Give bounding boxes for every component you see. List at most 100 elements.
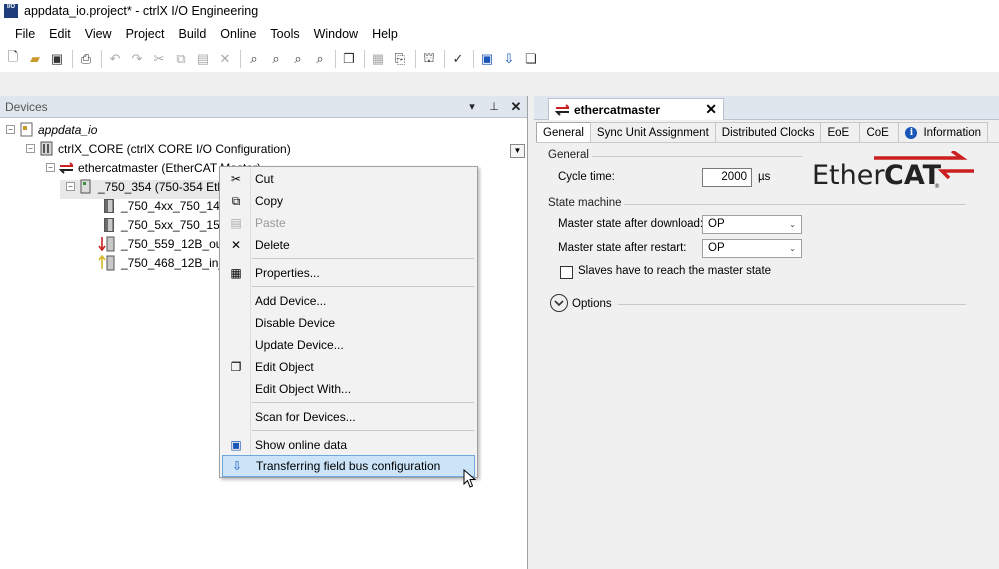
save-icon[interactable]: ▣ xyxy=(47,49,67,69)
tab-information[interactable]: i Information xyxy=(898,122,988,142)
menu-file[interactable]: File xyxy=(8,22,42,46)
after-download-select[interactable]: OP ⌄ xyxy=(702,215,802,234)
tree-item-ctrlx-core[interactable]: − ctrlX_CORE (ctrlX CORE I/O Configurati… xyxy=(26,139,291,158)
collapse-icon[interactable]: − xyxy=(6,125,15,134)
menu-item-label: Disable Device xyxy=(255,316,336,330)
redo-icon[interactable]: ↷ xyxy=(127,49,147,69)
collapse-icon[interactable]: − xyxy=(66,182,75,191)
menu-item-cut[interactable]: ✂ Cut xyxy=(222,168,475,190)
devices-pane-title: Devices xyxy=(5,99,48,114)
menu-separator xyxy=(252,286,474,287)
slaves-master-state-checkbox[interactable] xyxy=(560,266,573,279)
copy-icon[interactable]: ⧉ xyxy=(171,49,191,69)
toolbar-separator xyxy=(101,50,102,68)
menu-item-show-online-data[interactable]: ▣ Show online data xyxy=(222,434,475,456)
tab-coe[interactable]: CoE xyxy=(859,122,900,142)
menu-edit[interactable]: Edit xyxy=(42,22,78,46)
options-line xyxy=(618,304,966,305)
menu-help[interactable]: Help xyxy=(365,22,405,46)
menu-item-disable-device[interactable]: Disable Device xyxy=(222,312,475,334)
cycle-time-input[interactable]: 2000 xyxy=(702,168,752,187)
menu-item-paste[interactable]: ▤ Paste xyxy=(222,212,475,234)
pane-menu-icon[interactable]: ▾ xyxy=(461,100,483,113)
svg-text:®: ® xyxy=(934,183,940,190)
options-label[interactable]: Options xyxy=(572,298,612,310)
toolbar-separator xyxy=(473,50,474,68)
tree-item-750-354[interactable]: − _750_354 (750-354 Ethe xyxy=(66,177,231,196)
menu-item-transfer-fieldbus-config[interactable]: ⇩ Transferring field bus configuration xyxy=(222,455,475,477)
tree-item-750-5xx[interactable]: _750_5xx_750_15x xyxy=(102,215,226,234)
menu-item-label: Scan for Devices... xyxy=(255,410,356,424)
output-module-icon xyxy=(98,236,116,252)
build-icon[interactable]: ⛫ xyxy=(419,49,439,69)
cut-icon[interactable]: ✂ xyxy=(149,49,169,69)
group-state-machine-line xyxy=(624,204,966,205)
online-data-icon[interactable]: ▣ xyxy=(477,49,497,69)
menu-item-scan-for-devices[interactable]: Scan for Devices... xyxy=(222,406,475,428)
online-data-icon: ▣ xyxy=(230,438,242,452)
group-general-label: General xyxy=(548,149,589,161)
tree-item-750-4xx[interactable]: _750_4xx_750_14x xyxy=(102,196,226,215)
menu-item-edit-object[interactable]: ❐ Edit Object xyxy=(222,356,475,378)
mouse-cursor-icon xyxy=(463,469,477,488)
find-previous-icon[interactable]: ⌕ xyxy=(288,49,308,69)
menu-build[interactable]: Build xyxy=(171,22,213,46)
tree-dropdown-button[interactable]: ▼ xyxy=(510,144,525,158)
check-icon[interactable]: ✓ xyxy=(448,49,468,69)
options-expand-icon[interactable] xyxy=(550,294,568,312)
tree-item-project[interactable]: − appdata_io xyxy=(6,120,97,139)
open-folder-icon[interactable]: ▰ xyxy=(25,49,45,69)
tree-item-750-559[interactable]: _750_559_12B_out xyxy=(98,234,226,253)
paste-icon[interactable]: ▤ xyxy=(193,49,213,69)
tree-item-750-468[interactable]: _750_468_12B_in_ xyxy=(98,253,225,272)
after-restart-label: Master state after restart: xyxy=(558,242,687,254)
new-file-icon[interactable]: 🗋 xyxy=(3,49,23,69)
add-device-icon[interactable]: ▦ xyxy=(368,49,388,69)
edit-object-icon[interactable]: ❏ xyxy=(521,49,541,69)
ethercat-logo: Ether CAT ® xyxy=(812,149,976,195)
transfer-icon[interactable]: ⇩ xyxy=(499,49,519,69)
menu-item-copy[interactable]: ⧉ Copy xyxy=(222,190,475,212)
tree-item-label: _750_5xx_750_15x xyxy=(121,217,226,232)
copy-icon: ⧉ xyxy=(231,193,241,208)
menu-item-edit-object-with[interactable]: Edit Object With... xyxy=(222,378,475,400)
collapse-icon[interactable]: − xyxy=(26,144,35,153)
tree-item-label: appdata_io xyxy=(38,122,98,137)
collapse-icon[interactable]: − xyxy=(46,163,55,172)
menu-item-update-device[interactable]: Update Device... xyxy=(222,334,475,356)
tab-eoe[interactable]: EoE xyxy=(820,122,861,142)
windows-icon[interactable]: ❐ xyxy=(339,49,359,69)
print-icon[interactable]: ⎙ xyxy=(76,49,96,69)
toolbar-separator xyxy=(240,50,241,68)
menu-item-properties[interactable]: ▦ Properties... xyxy=(222,262,475,284)
scissors-icon: ✂ xyxy=(230,172,242,186)
insert-object-icon[interactable]: ⎘ xyxy=(390,49,410,69)
find-icon[interactable]: ⌕ xyxy=(244,49,264,69)
menu-item-label: Copy xyxy=(255,194,284,208)
menu-tools[interactable]: Tools xyxy=(263,22,306,46)
properties-icon: ▦ xyxy=(230,266,242,280)
menu-item-label: Transferring field bus configuration xyxy=(256,459,441,473)
menu-item-add-device[interactable]: Add Device... xyxy=(222,290,475,312)
tab-general[interactable]: General xyxy=(536,122,591,142)
tab-sync-unit-assignment[interactable]: Sync Unit Assignment xyxy=(589,122,716,142)
undo-icon[interactable]: ↶ xyxy=(105,49,125,69)
window-title: appdata_io.project* - ctrlX I/O Engineer… xyxy=(24,4,259,18)
menu-item-label: Edit Object With... xyxy=(255,382,352,396)
menu-separator xyxy=(252,430,474,431)
pin-icon[interactable]: ⊥ xyxy=(483,100,505,113)
menu-project[interactable]: Project xyxy=(119,22,172,46)
toolbar-gap xyxy=(0,72,999,96)
delete-icon[interactable]: ✕ xyxy=(215,49,235,69)
menu-item-delete[interactable]: ✕ Delete xyxy=(222,234,475,256)
document-tab-ethercatmaster[interactable]: ethercatmaster ✕ xyxy=(548,98,724,120)
menu-window[interactable]: Window xyxy=(307,22,365,46)
menu-view[interactable]: View xyxy=(78,22,119,46)
tab-distributed-clocks[interactable]: Distributed Clocks xyxy=(714,122,822,142)
close-tab-icon[interactable]: ✕ xyxy=(705,101,717,118)
after-restart-select[interactable]: OP ⌄ xyxy=(702,239,802,258)
close-icon[interactable]: ✕ xyxy=(505,99,527,115)
find-next-icon[interactable]: ⌕ xyxy=(266,49,286,69)
replace-icon[interactable]: ⌕ xyxy=(310,49,330,69)
menu-online[interactable]: Online xyxy=(213,22,263,46)
